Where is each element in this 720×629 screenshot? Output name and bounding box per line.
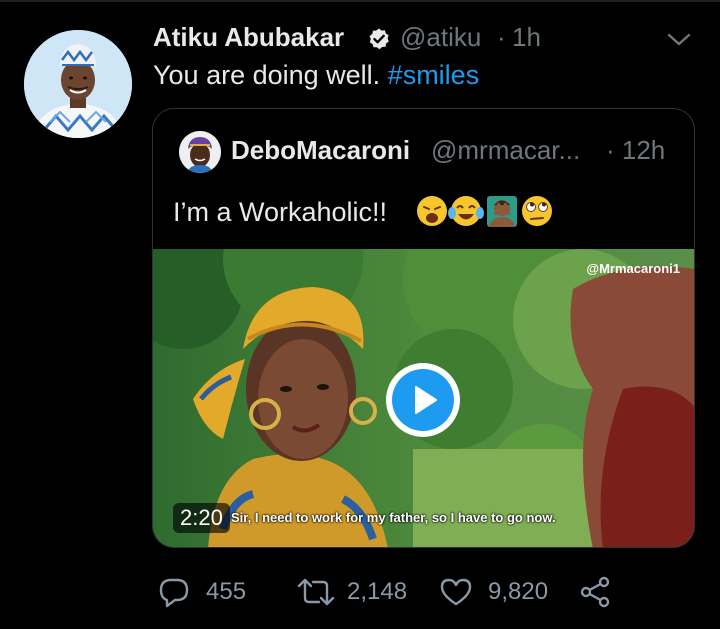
- tweet-text-body: You are doing well.: [153, 60, 388, 90]
- video-subtitle: Sir, I need to work for my father, so I …: [231, 510, 556, 525]
- quoted-author-avatar[interactable]: [179, 131, 221, 173]
- top-divider: [0, 0, 720, 2]
- like-count: 9,820: [488, 578, 549, 605]
- quoted-author-handle[interactable]: @mrmacar...: [431, 135, 580, 166]
- play-button[interactable]: [386, 363, 460, 437]
- retweet-icon: [297, 578, 335, 606]
- verified-badge-icon: [369, 28, 389, 50]
- video-player[interactable]: @Mrmacaroni1 2:20 Sir, I need to work fo…: [153, 249, 694, 547]
- author-handle[interactable]: @atiku: [400, 22, 481, 53]
- video-duration: 2:20: [173, 503, 230, 533]
- author-avatar[interactable]: [24, 30, 132, 138]
- weary-face-icon: [417, 196, 447, 226]
- video-watermark: @Mrmacaroni1: [586, 261, 680, 276]
- reply-count: 455: [206, 578, 247, 605]
- chevron-down-icon[interactable]: [666, 30, 692, 50]
- tweet-timestamp[interactable]: 1h: [512, 22, 541, 53]
- facepalm-icon: [487, 196, 517, 227]
- author-name[interactable]: Atiku Abubakar: [153, 22, 344, 53]
- rolling-eyes-icon: [522, 196, 552, 226]
- separator-dot: ·: [497, 22, 506, 52]
- quoted-tweet-text: I’m a Workaholic!!: [173, 197, 388, 227]
- quoted-author-name[interactable]: DeboMacaroni: [231, 135, 410, 166]
- share-icon: [580, 576, 610, 608]
- emoji-group: [417, 196, 552, 227]
- quoted-timestamp[interactable]: · 12h: [606, 135, 665, 166]
- like-button[interactable]: 9,820: [438, 574, 558, 610]
- quoted-tweet-card[interactable]: DeboMacaroni @mrmacar... · 12h I’m a Wor…: [152, 108, 695, 548]
- reply-button[interactable]: 455: [157, 574, 267, 610]
- retweet-count: 2,148: [347, 578, 408, 605]
- reply-icon: [159, 578, 189, 608]
- hashtag-link[interactable]: #smiles: [388, 60, 480, 90]
- tears-of-joy-icon: [448, 196, 484, 226]
- tweet-text: You are doing well. #smiles: [153, 60, 479, 91]
- heart-icon: [440, 578, 472, 606]
- retweet-button[interactable]: 2,148: [295, 574, 425, 610]
- share-button[interactable]: [578, 574, 614, 610]
- play-icon[interactable]: [392, 369, 454, 431]
